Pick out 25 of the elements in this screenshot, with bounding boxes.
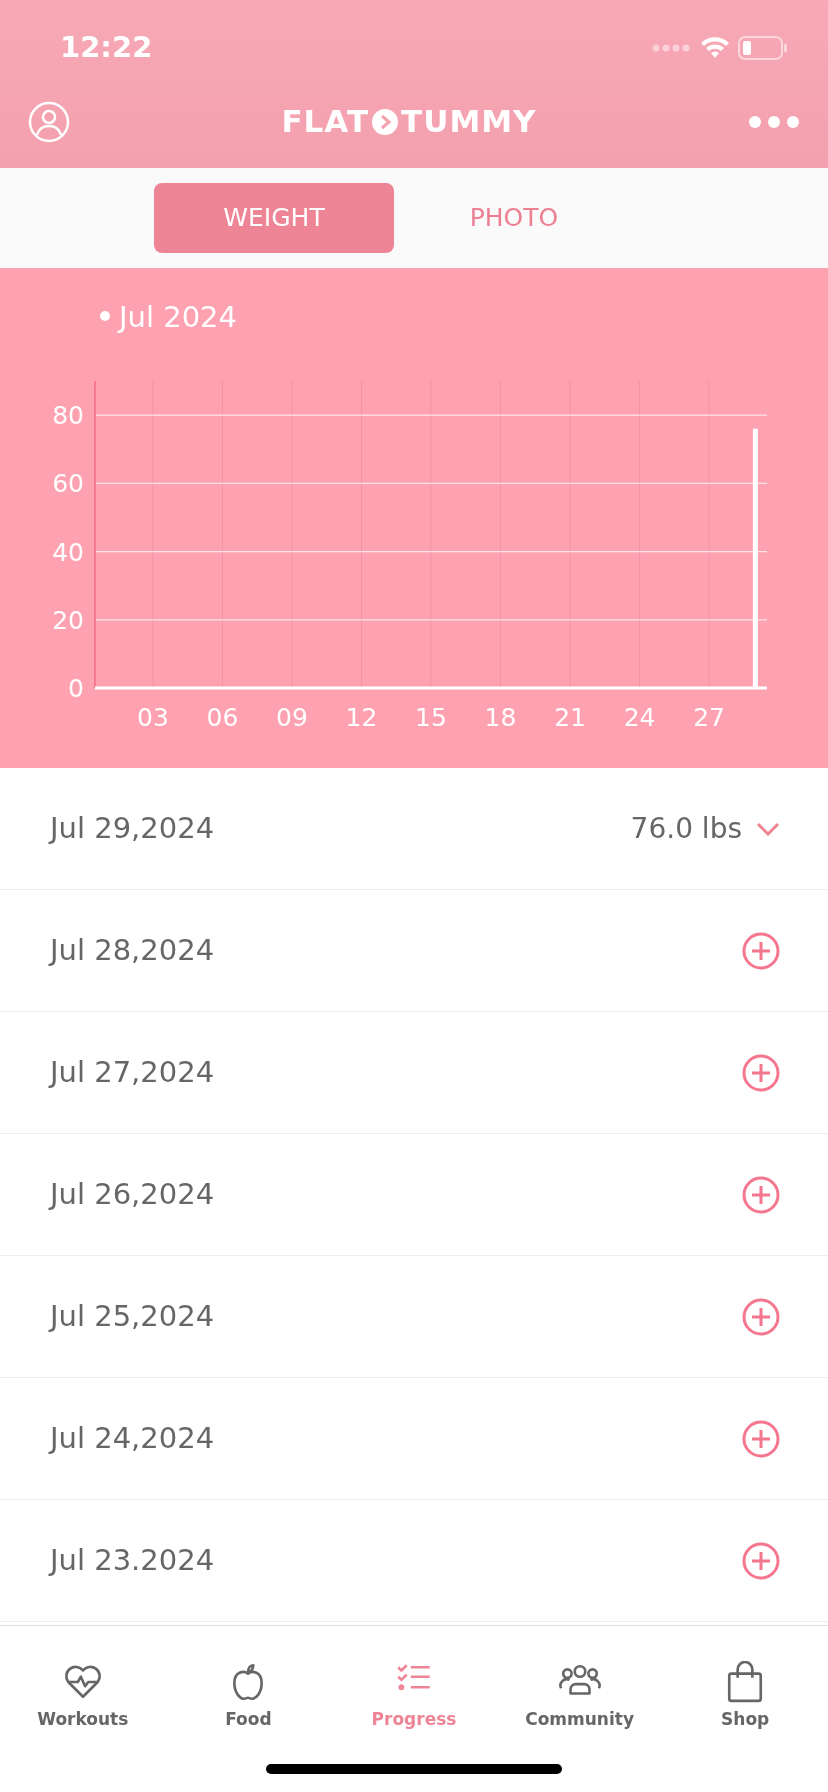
x-axis-label: 21	[554, 703, 586, 732]
entry-date: Jul 24,2024	[50, 1419, 215, 1457]
x-axis-label: 09	[276, 703, 308, 732]
entry-date: Jul 23.2024	[50, 1541, 215, 1579]
y-axis-label: 60	[52, 469, 84, 499]
status-time: 12:22	[60, 28, 153, 66]
x-axis-label: 24	[623, 703, 656, 732]
x-axis-label: 12	[345, 703, 378, 732]
x-axis-label: 15	[415, 703, 447, 732]
y-axis-label: 0	[68, 674, 84, 703]
y-axis-label: 40	[52, 537, 84, 567]
entry-date: Jul 28,2024	[50, 931, 215, 969]
entry-date: Jul 25,2024	[50, 1297, 215, 1335]
x-axis-label: 06	[206, 703, 239, 732]
x-axis-label: 03	[137, 703, 169, 732]
entry-date: Jul 26,2024	[50, 1175, 215, 1213]
weight-value: 76.0 lbs	[630, 810, 742, 847]
entry-date: Jul 29,2024	[50, 809, 215, 847]
x-axis-label: 27	[693, 703, 725, 732]
y-axis-label: 80	[52, 401, 84, 431]
y-axis-label: 20	[52, 605, 84, 635]
chart-legend: Jul 2024	[119, 296, 237, 340]
entry-date: Jul 27,2024	[50, 1053, 215, 1091]
x-axis-label: 18	[484, 703, 517, 732]
app-logo: FLAT TUMMY	[281, 102, 537, 142]
